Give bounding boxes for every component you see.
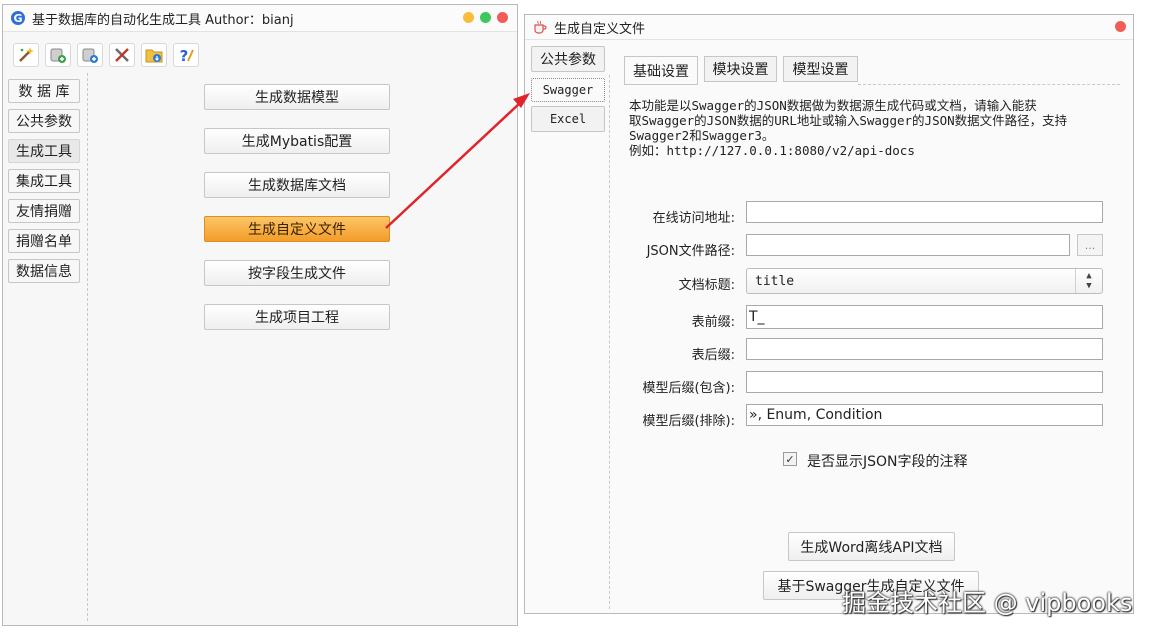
main-window: G 基于数据库的自动化生成工具 Author：bianj ? 数 据 库 公共参… [2, 4, 518, 626]
table-prefix-input[interactable]: T_ [746, 305, 1103, 329]
generate-db-doc-button[interactable]: 生成数据库文档 [204, 172, 390, 198]
tab-basic-settings[interactable]: 基础设置 [624, 56, 698, 85]
table-suffix-input[interactable] [746, 338, 1103, 360]
doc-title-value: title [755, 273, 795, 289]
sidebar-item-common-params[interactable]: 公共参数 [8, 109, 80, 133]
svg-text:?: ? [180, 47, 189, 64]
online-url-input[interactable] [746, 201, 1103, 223]
folder-download-icon[interactable] [141, 43, 167, 67]
main-window-title: 基于数据库的自动化生成工具 Author：bianj [32, 12, 294, 28]
show-json-comments-label: 是否显示JSON字段的注释 [807, 454, 968, 470]
add-database-icon[interactable] [45, 43, 71, 67]
table-prefix-label: 表前缀: [691, 315, 735, 330]
doc-title-label: 文档标题: [678, 278, 735, 293]
side-tab-excel[interactable]: Excel [531, 106, 605, 132]
maximize-button[interactable] [480, 12, 491, 23]
json-path-label: JSON文件路径: [646, 244, 735, 259]
side-tab-divider [609, 75, 610, 609]
sidebar-item-donor-list[interactable]: 捐赠名单 [8, 229, 80, 253]
side-tab-common-params-label: 公共参数 [540, 52, 596, 68]
main-titlebar: G 基于数据库的自动化生成工具 Author：bianj [3, 5, 517, 32]
checkmark-icon: ✓ [785, 452, 795, 466]
svg-text:G: G [13, 12, 22, 25]
doc-title-select[interactable]: title ▲ ▼ [746, 268, 1103, 294]
app-logo-icon: G [11, 11, 25, 25]
minimize-button[interactable] [463, 12, 474, 23]
generate-by-field-button[interactable]: 按字段生成文件 [204, 260, 390, 286]
sidebar-item-data-info[interactable]: 数据信息 [8, 259, 80, 283]
model-suffix-exclude-input[interactable]: », Enum, Condition [746, 404, 1103, 426]
generate-project-button[interactable]: 生成项目工程 [204, 304, 390, 330]
watermark: 掘金技术社区 @ vipbooks [842, 589, 1133, 617]
custom-file-close-button[interactable] [1115, 21, 1126, 32]
generate-custom-file-button[interactable]: 生成自定义文件 [204, 216, 390, 242]
model-suffix-include-input[interactable] [746, 371, 1103, 393]
side-tab-swagger[interactable]: Swagger [531, 78, 605, 102]
sidebar-item-integration-tools[interactable]: 集成工具 [8, 169, 80, 193]
custom-file-window: 生成自定义文件 公共参数 Swagger Excel 基础设置 模块设置 模型设… [524, 14, 1134, 614]
sidebar-item-generate-tools[interactable]: 生成工具 [8, 139, 80, 163]
tab-module-settings[interactable]: 模块设置 [704, 56, 777, 82]
side-tab-common-params[interactable]: 公共参数 [531, 46, 605, 72]
table-suffix-label: 表后缀: [691, 348, 735, 363]
swagger-description: 本功能是以Swagger的JSON数据做为数据源生成代码或文档，请输入能获 取S… [629, 98, 1068, 158]
model-suffix-include-label: 模型后缀(包含): [642, 381, 735, 396]
json-path-input[interactable] [746, 234, 1070, 256]
select-updown-icon: ▲ ▼ [1075, 269, 1102, 293]
custom-file-window-title: 生成自定义文件 [554, 21, 646, 37]
tab-strip-line [858, 84, 1120, 85]
model-suffix-exclude-label: 模型后缀(排除): [642, 414, 735, 429]
close-button[interactable] [497, 12, 508, 23]
help-icon[interactable]: ? [173, 43, 199, 67]
wand-icon[interactable] [13, 43, 39, 67]
sidebar-item-donate[interactable]: 友情捐赠 [8, 199, 80, 223]
coffee-cup-icon [534, 20, 547, 34]
show-json-comments-checkbox[interactable]: ✓ [783, 452, 797, 466]
main-toolbar: ? [13, 43, 199, 67]
custom-file-titlebar: 生成自定义文件 [525, 15, 1133, 40]
generate-data-model-button[interactable]: 生成数据模型 [204, 84, 390, 110]
online-url-label: 在线访问地址: [652, 211, 735, 226]
generate-word-api-doc-button[interactable]: 生成Word离线API文档 [788, 532, 955, 561]
tab-model-settings[interactable]: 模型设置 [783, 56, 858, 82]
sidebar-divider [87, 73, 88, 621]
sidebar-item-database[interactable]: 数 据 库 [8, 79, 80, 103]
tools-icon[interactable] [109, 43, 135, 67]
browse-file-button[interactable]: ... [1077, 234, 1103, 256]
generate-mybatis-config-button[interactable]: 生成Mybatis配置 [204, 128, 390, 154]
add-database-plus-icon[interactable] [77, 43, 103, 67]
